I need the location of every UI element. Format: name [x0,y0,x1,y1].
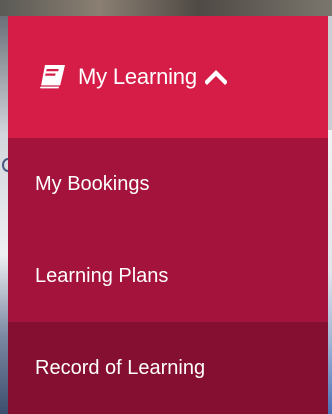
menu-item-learning-plans[interactable]: Learning Plans [8,230,328,322]
menu-item-label: My Bookings [35,172,150,195]
menu-item-label: Learning Plans [35,264,169,287]
chevron-up-icon [203,69,228,85]
menu-item-record-of-learning[interactable]: Record of Learning [8,322,328,414]
book-icon [38,64,66,90]
page: My Learning My Bookings Learning Plans R… [0,0,332,414]
menu-item-my-bookings[interactable]: My Bookings [8,138,328,230]
my-learning-menu-toggle[interactable]: My Learning [8,16,328,138]
menu-item-label: Record of Learning [35,356,206,379]
my-learning-submenu: My Bookings Learning Plans Record of Lea… [8,138,328,414]
background-page-top [0,0,332,16]
learning-dropdown-menu: My Learning My Bookings Learning Plans R… [8,16,328,414]
menu-header-label: My Learning [78,64,197,89]
